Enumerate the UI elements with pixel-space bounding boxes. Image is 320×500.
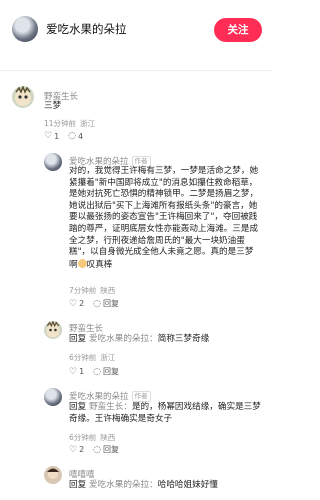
reply-prefix: 回复 — [69, 480, 87, 490]
comment-text: 回复 爱吃水果的朵拉：简称三梦奇缘 — [69, 334, 210, 344]
username-text[interactable]: 爱吃水果的朵拉 — [69, 392, 129, 402]
comment-text: 回复 爱吃水果的朵拉：哈哈哈姐妹好懂 — [69, 480, 218, 490]
avatar[interactable] — [44, 466, 62, 484]
comment-username[interactable]: 爱吃水果的朵拉 作者 — [69, 390, 151, 402]
chat-bubble-icon[interactable]: ◌ — [93, 367, 101, 377]
comment-location: 陕西 — [100, 433, 116, 442]
follow-button[interactable]: 关注 — [214, 18, 262, 42]
reply-button[interactable]: 回复 — [103, 366, 119, 377]
comment-meta: 6分钟前 陕西 — [69, 432, 115, 443]
chat-bubble-icon[interactable]: ◌ — [93, 299, 101, 309]
like-count: 2 — [79, 445, 85, 454]
reply-target[interactable]: 野蛮生长 — [89, 402, 123, 412]
avatar[interactable] — [44, 321, 62, 339]
comment-text: 对的，我觉得王许梅有三梦，一梦是活命之梦，她紧攥着"新中国即将成立"的消息如攥住… — [69, 166, 262, 271]
comment-time: 6分钟前 — [69, 433, 97, 442]
chat-bubble-icon[interactable]: ◌ — [68, 131, 76, 141]
reply-button[interactable]: 回复 — [103, 298, 119, 309]
comment-actions: ♡ 1 ◌ 回复 — [69, 366, 128, 377]
comment-username[interactable]: 野蛮生长 — [69, 322, 103, 334]
emoji-icon — [77, 258, 87, 268]
comment-body: 哈哈哈姐妹好懂 — [157, 480, 218, 490]
comment-username[interactable]: 嘻嘻嘻 — [69, 468, 95, 480]
reply-target[interactable]: 爱吃水果的朵拉 — [89, 480, 149, 490]
heart-icon[interactable]: ♡ — [69, 299, 77, 309]
comment-location: 浙江 — [80, 119, 96, 128]
author-avatar[interactable] — [12, 16, 38, 42]
heart-icon[interactable]: ♡ — [69, 367, 77, 377]
reply-prefix: 回复 — [69, 402, 87, 412]
reply-target[interactable]: 爱吃水果的朵拉 — [89, 334, 149, 344]
like-count: 2 — [79, 299, 85, 308]
avatar[interactable] — [44, 153, 62, 171]
avatar[interactable] — [44, 388, 62, 406]
comment-actions: ♡ 1 ◌ 4 — [44, 131, 92, 141]
comment-text: 三梦 — [44, 101, 62, 111]
comment-body: 对的，我觉得王许梅有三梦，一梦是活命之梦，她紧攥着"新中国即将成立"的消息如攥住… — [69, 166, 259, 270]
comment-actions: ♡ 2 ◌ 回复 — [69, 298, 128, 309]
reply-count: 4 — [78, 131, 84, 141]
comment-text: 回复 野蛮生长：是的，杨幂因戏结缘，确实是三梦奇缘。王许梅确实是奇女子 — [69, 402, 261, 424]
comment-meta: 7分钟前 陕西 — [69, 285, 115, 296]
like-count: 1 — [54, 131, 60, 141]
author-badge: 作者 — [131, 391, 151, 402]
chat-bubble-icon[interactable]: ◌ — [93, 445, 101, 455]
author-name[interactable]: 爱吃水果的朵拉 — [46, 21, 127, 37]
comment-body: 简称三梦奇缘 — [157, 334, 210, 344]
heart-icon[interactable]: ♡ — [44, 131, 52, 141]
header-divider — [0, 70, 272, 71]
comment-location: 浙江 — [100, 353, 116, 362]
like-count: 1 — [79, 367, 85, 376]
comment-body-tail: 叹真棒 — [86, 259, 113, 270]
comment-time: 11分钟前 — [44, 119, 77, 128]
comment-location: 陕西 — [100, 286, 116, 295]
comment-meta: 6分钟前 浙江 — [69, 352, 115, 363]
comment-time: 6分钟前 — [69, 353, 97, 362]
reply-prefix: 回复 — [69, 334, 87, 344]
comment-actions: ♡ 2 ◌ 回复 — [69, 444, 128, 455]
avatar[interactable] — [12, 86, 34, 108]
comment-meta: 11分钟前 浙江 — [44, 118, 95, 129]
post-header: 爱吃水果的朵拉 关注 — [0, 0, 272, 62]
heart-icon[interactable]: ♡ — [69, 445, 77, 455]
reply-button[interactable]: 回复 — [103, 444, 119, 455]
comment-time: 7分钟前 — [69, 286, 97, 295]
